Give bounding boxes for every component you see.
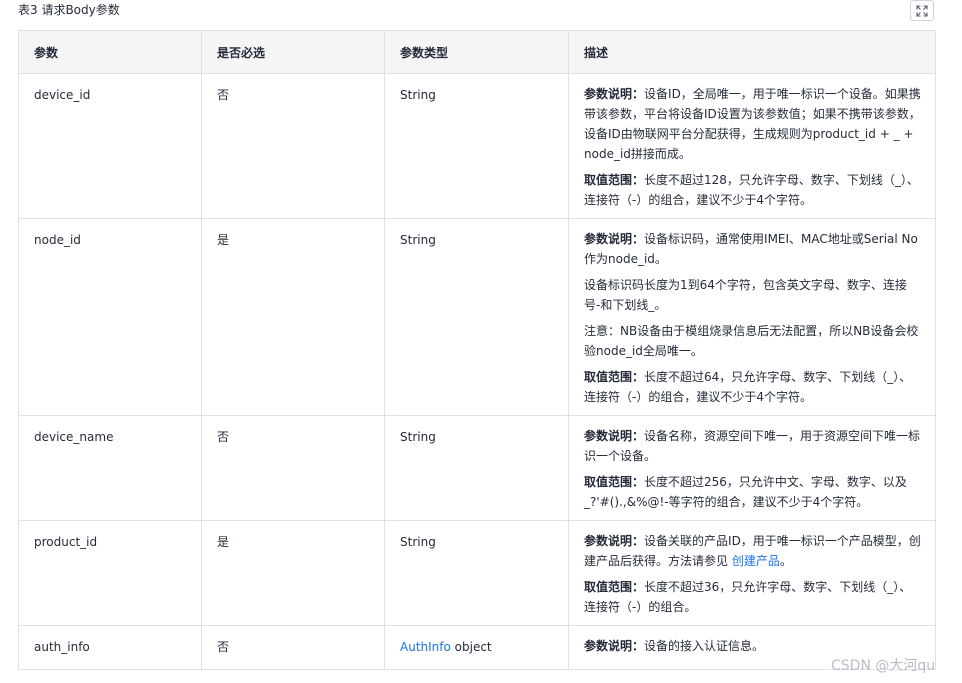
param-name: device_id <box>18 73 202 219</box>
desc-label: 参数说明 <box>584 429 633 443</box>
table-row: device_name 否 String 参数说明：设备名称，资源空间下唯一，用… <box>18 415 936 521</box>
desc-label: 参数说明 <box>584 232 633 246</box>
table-caption: 表3 请求Body参数 <box>18 3 120 17</box>
header-param: 参数 <box>18 30 202 74</box>
param-name: auth_info <box>18 625 202 670</box>
desc-label: 参数说明 <box>584 87 633 101</box>
param-description: 参数说明：设备ID，全局唯一，用于唯一标识一个设备。如果携带该参数，平台将设备I… <box>568 73 936 219</box>
param-type: String <box>384 218 569 416</box>
table-row: device_id 否 String 参数说明：设备ID，全局唯一，用于唯一标识… <box>18 73 936 219</box>
expand-icon <box>916 4 928 17</box>
table-header-row: 参数 是否必选 参数类型 描述 <box>18 30 936 74</box>
desc-text: 设备的接入认证信息。 <box>644 639 765 653</box>
table-row: auth_info 否 AuthInfo object 参数说明：设备的接入认证… <box>18 625 936 670</box>
request-body-params-table: 参数 是否必选 参数类型 描述 device_id 否 String 参数说明：… <box>18 30 936 670</box>
table-row: node_id 是 String 参数说明：设备标识码，通常使用IMEI、MAC… <box>18 218 936 416</box>
param-description: 参数说明：设备关联的产品ID，用于唯一标识一个产品模型，创建产品后获得。方法请参… <box>568 520 936 626</box>
desc-colon: ： <box>632 232 645 246</box>
required-flag: 否 <box>201 415 385 521</box>
param-name: product_id <box>18 520 202 626</box>
desc-label: 取值范围 <box>584 475 633 489</box>
desc-label: 取值范围 <box>584 173 633 187</box>
authinfo-type-link[interactable]: AuthInfo <box>400 640 451 654</box>
param-description: 参数说明：设备标识码，通常使用IMEI、MAC地址或Serial No作为nod… <box>568 218 936 416</box>
header-description: 描述 <box>568 30 936 74</box>
desc-colon: ： <box>632 534 645 548</box>
param-type: String <box>384 73 569 219</box>
header-type: 参数类型 <box>384 30 569 74</box>
create-product-link[interactable]: 创建产品 <box>732 554 780 568</box>
required-flag: 否 <box>201 73 385 219</box>
param-name: node_id <box>18 218 202 416</box>
param-type: String <box>384 415 569 521</box>
desc-note: 注意：NB设备由于模组烧录信息后无法配置，所以NB设备会校验node_id全局唯… <box>584 324 919 358</box>
desc-colon: ： <box>632 370 645 384</box>
desc-colon: ： <box>632 639 645 653</box>
desc-label: 参数说明 <box>584 534 633 548</box>
desc-text: 设备标识码长度为1到64个字符，包含英文字母、数字、连接号-和下划线_。 <box>584 278 907 312</box>
desc-colon: ： <box>632 429 645 443</box>
desc-colon: ： <box>632 475 645 489</box>
desc-colon: ： <box>632 580 645 594</box>
csdn-watermark: CSDN @大河qu <box>831 658 936 674</box>
table-row: product_id 是 String 参数说明：设备关联的产品ID，用于唯一标… <box>18 520 936 626</box>
param-name: device_name <box>18 415 202 521</box>
expand-button[interactable] <box>910 0 934 21</box>
required-flag: 是 <box>201 218 385 416</box>
param-type: AuthInfo object <box>384 625 569 670</box>
desc-label: 取值范围 <box>584 580 633 594</box>
desc-colon: ： <box>632 173 645 187</box>
type-suffix: object <box>450 640 492 654</box>
required-flag: 否 <box>201 625 385 670</box>
desc-colon: ： <box>632 87 645 101</box>
desc-label: 取值范围 <box>584 370 633 384</box>
desc-label: 参数说明 <box>584 639 633 653</box>
header-required: 是否必选 <box>201 30 385 74</box>
param-description: 参数说明：设备名称，资源空间下唯一，用于资源空间下唯一标识一个设备。 取值范围：… <box>568 415 936 521</box>
desc-text-end: 。 <box>779 554 792 568</box>
required-flag: 是 <box>201 520 385 626</box>
param-type: String <box>384 520 569 626</box>
